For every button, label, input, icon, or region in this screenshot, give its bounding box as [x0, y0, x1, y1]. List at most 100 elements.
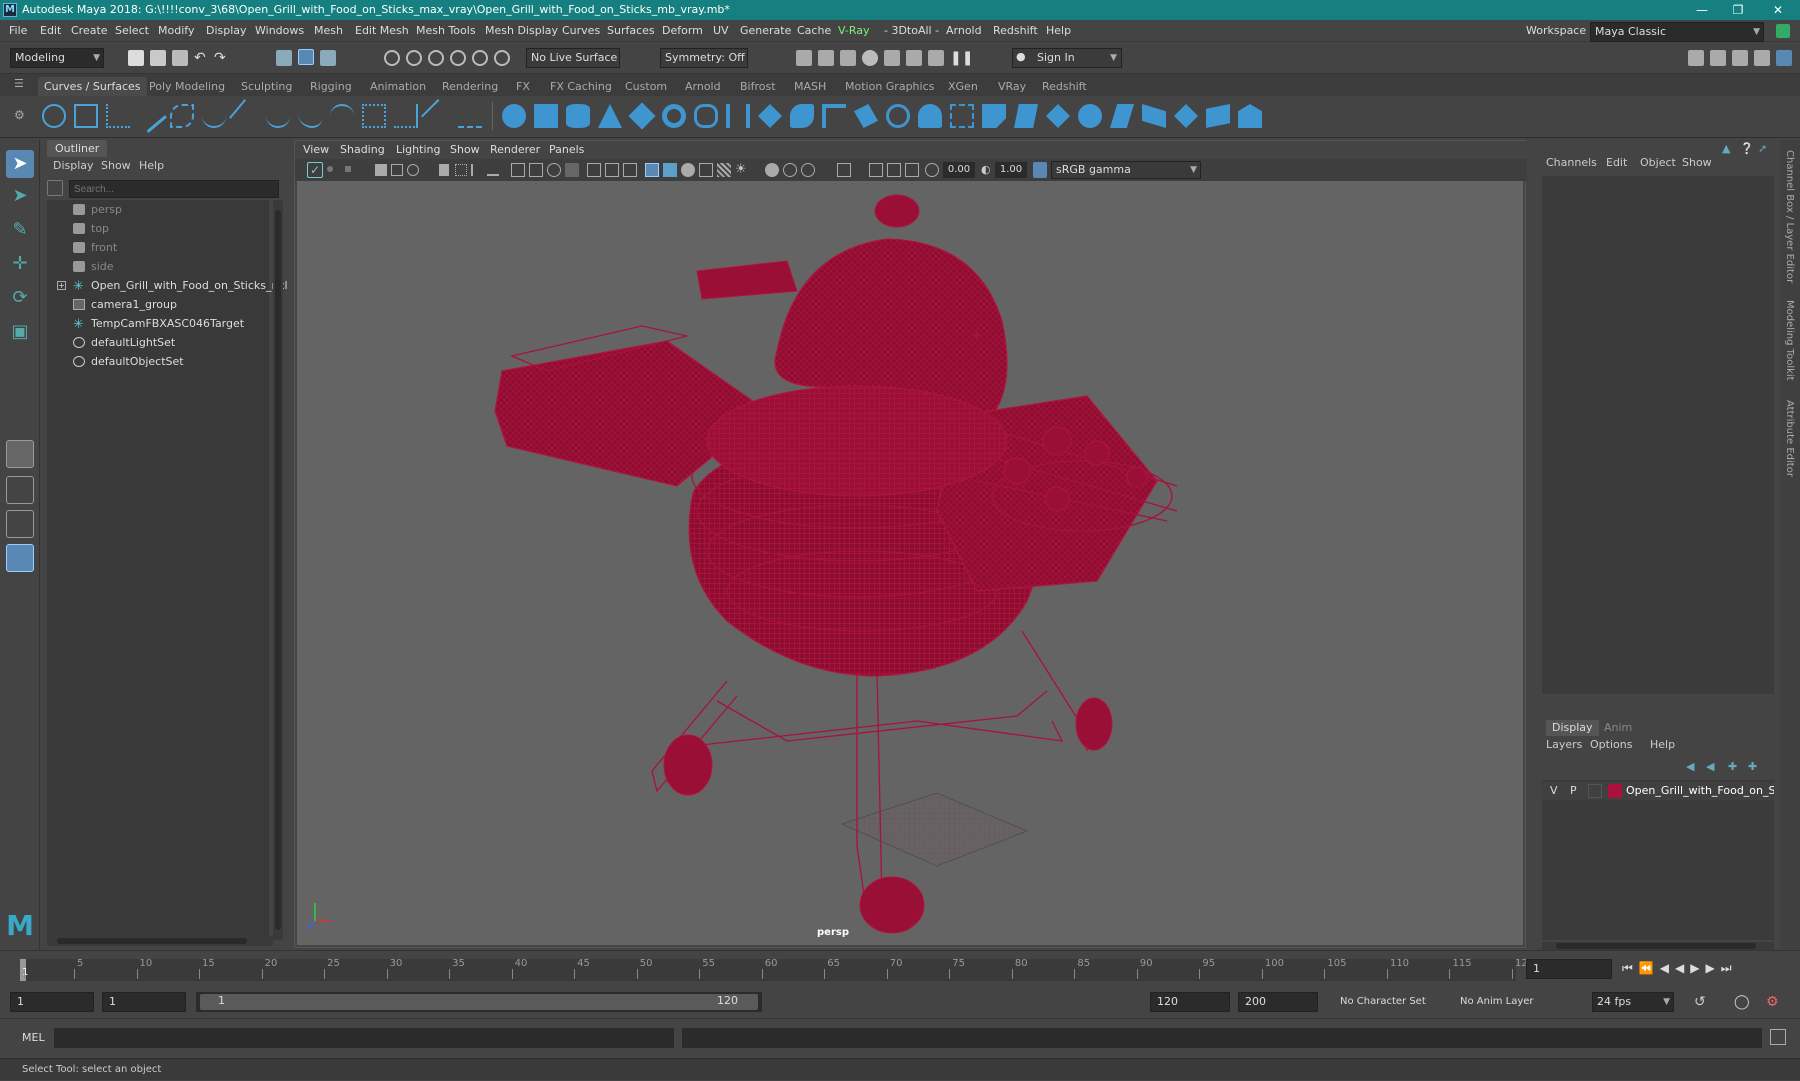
extend-surface-icon[interactable] — [1206, 104, 1230, 128]
menu-edit[interactable]: Edit — [40, 20, 61, 42]
camera-attributes-icon[interactable] — [327, 166, 333, 172]
shelf-tab-xgen[interactable]: XGen — [948, 77, 978, 96]
range-slider[interactable]: 1 120 — [196, 992, 762, 1012]
boundary-icon[interactable] — [854, 104, 878, 128]
2d-pan-zoom-icon[interactable] — [391, 164, 403, 176]
resolution-gate-icon[interactable] — [487, 164, 499, 176]
xray-joints-icon[interactable] — [869, 163, 883, 177]
range-slider-handle[interactable] — [200, 994, 758, 1010]
outliner-item-grill[interactable]: + ✳ Open_Grill_with_Food_on_Sticks_ncl — [47, 276, 288, 295]
bevel-icon[interactable] — [918, 104, 942, 128]
viewport-menu-view[interactable]: View — [303, 143, 329, 156]
scale-tool-icon[interactable]: ▣ — [6, 318, 34, 346]
detach-curve-icon[interactable] — [298, 104, 322, 128]
undo-icon[interactable]: ↶ — [194, 50, 210, 66]
single-perspective-layout-icon[interactable] — [6, 440, 34, 468]
paint-select-icon[interactable]: ✎ — [6, 216, 34, 244]
layer-tab-display[interactable]: Display — [1546, 720, 1599, 736]
snap-curve-icon[interactable] — [406, 50, 422, 66]
mel-label[interactable]: MEL — [22, 1031, 45, 1044]
side-tab-modeling-toolkit[interactable]: Modeling Toolkit — [1784, 300, 1795, 381]
layers-menu-options[interactable]: Options — [1590, 738, 1632, 751]
bookmark-icon[interactable] — [439, 164, 449, 176]
render-settings-icon[interactable] — [862, 50, 878, 66]
grid-toggle-icon[interactable] — [455, 164, 467, 176]
color-management-icon[interactable] — [1033, 162, 1047, 178]
shelf-tab-rendering[interactable]: Rendering — [442, 77, 498, 96]
menu-redshift[interactable]: Redshift — [993, 20, 1038, 42]
end-time-field[interactable]: 120 — [1150, 992, 1230, 1012]
channels-menu-show[interactable]: Show — [1682, 156, 1712, 169]
detach-surface-icon[interactable] — [1110, 104, 1134, 128]
insert-knot-icon[interactable] — [421, 99, 455, 133]
render-frame-icon[interactable] — [796, 50, 812, 66]
new-layer-from-selected-icon[interactable]: ✚ — [1748, 760, 1762, 773]
outliner-menu-display[interactable]: Display — [53, 159, 94, 172]
rebuild-curve-icon[interactable] — [394, 104, 418, 128]
outliner-menu-show[interactable]: Show — [101, 159, 131, 172]
viewport-menu-panels[interactable]: Panels — [549, 143, 584, 156]
menu-select[interactable]: Select — [115, 20, 149, 42]
menu-file[interactable]: File — [9, 20, 27, 42]
viewport-menu-show[interactable]: Show — [450, 143, 480, 156]
menu-generate[interactable]: Generate — [740, 20, 791, 42]
shelf-tab-arnold[interactable]: Arnold — [685, 77, 721, 96]
nurbs-plane-icon[interactable] — [628, 102, 656, 130]
arc-tool-icon[interactable] — [202, 104, 226, 128]
safe-action-icon[interactable] — [529, 163, 543, 177]
snap-surface-icon[interactable] — [472, 50, 488, 66]
move-layer-down-icon[interactable]: ◀ — [1706, 760, 1720, 773]
layers-menu-layers[interactable]: Layers — [1546, 738, 1582, 751]
trim-tool-icon[interactable] — [1014, 104, 1038, 128]
anim-prefs-icon[interactable]: ⚙ — [1766, 994, 1779, 1010]
shadows-icon[interactable]: ☀ — [735, 163, 749, 177]
select-camera-icon[interactable]: ✓ — [307, 162, 323, 178]
symmetry-dropdown[interactable]: Symmetry: Off — [660, 48, 748, 68]
shelf-tab-curves-surfaces[interactable]: Curves / Surfaces — [38, 77, 147, 96]
nurbs-torus-icon[interactable] — [662, 104, 686, 128]
image-plane-icon[interactable] — [375, 164, 387, 176]
exposure-icon[interactable] — [925, 163, 939, 177]
snap-point-icon[interactable] — [428, 50, 444, 66]
attach-curve-icon[interactable] — [266, 104, 290, 128]
motion-blur-icon[interactable] — [783, 163, 797, 177]
shelf-tab-custom[interactable]: Custom — [625, 77, 667, 96]
open-scene-icon[interactable] — [150, 50, 166, 66]
channels-menu-channels[interactable]: Channels — [1546, 156, 1597, 169]
rotate-tool-icon[interactable]: ⟳ — [6, 284, 34, 312]
attach-surface-icon[interactable] — [1078, 104, 1102, 128]
menu-display[interactable]: Display — [206, 20, 247, 42]
planar-icon[interactable] — [758, 104, 782, 128]
nurbs-square-icon[interactable] — [74, 104, 98, 128]
step-back-frame-icon[interactable]: ⏪ — [1639, 961, 1660, 975]
layer-visibility-toggle[interactable]: V — [1550, 784, 1558, 797]
reverse-curve-icon[interactable] — [458, 104, 482, 128]
outliner-item-top[interactable]: top — [47, 219, 269, 238]
shelf-menu-icon[interactable]: ☰ — [14, 77, 26, 95]
render-view-icon[interactable] — [906, 50, 922, 66]
layer-type-toggle[interactable] — [1588, 784, 1602, 798]
untrim-icon[interactable] — [1046, 104, 1070, 128]
live-surface-field[interactable]: No Live Surface — [526, 48, 620, 68]
four-view-layout-icon[interactable] — [6, 476, 34, 504]
layer-row[interactable]: V P Open_Grill_with_Food_on_Stic — [1542, 782, 1774, 800]
snap-vertex-icon[interactable] — [494, 50, 510, 66]
outliner-item-default-object-set[interactable]: defaultObjectSet — [47, 352, 269, 371]
perspective-viewport[interactable]: persp — [297, 181, 1523, 945]
toggle-layer-editor-icon[interactable] — [1776, 50, 1792, 66]
toggle-attribute-editor-icon[interactable] — [1710, 50, 1726, 66]
nurbs-sphere-icon[interactable] — [502, 104, 526, 128]
toggle-modeling-toolkit-icon[interactable] — [1688, 50, 1704, 66]
offset-curve-icon[interactable] — [362, 104, 386, 128]
shelf-tab-bifrost[interactable]: Bifrost — [740, 77, 776, 96]
outliner-item-default-light-set[interactable]: defaultLightSet — [47, 333, 269, 352]
lasso-tool-icon[interactable]: ➤ — [6, 182, 34, 210]
auto-key-icon[interactable]: ◯ — [1734, 994, 1750, 1010]
wireframe-mode-icon[interactable] — [645, 163, 659, 177]
layers-menu-help[interactable]: Help — [1650, 738, 1675, 751]
outliner-item-persp[interactable]: persp — [47, 200, 269, 219]
shelf-tab-fx-caching[interactable]: FX Caching — [550, 77, 612, 96]
minimize-icon[interactable]: — — [1682, 0, 1722, 20]
outliner-scroll-thumb[interactable] — [275, 210, 281, 930]
toggle-tool-settings-icon[interactable] — [1732, 50, 1748, 66]
